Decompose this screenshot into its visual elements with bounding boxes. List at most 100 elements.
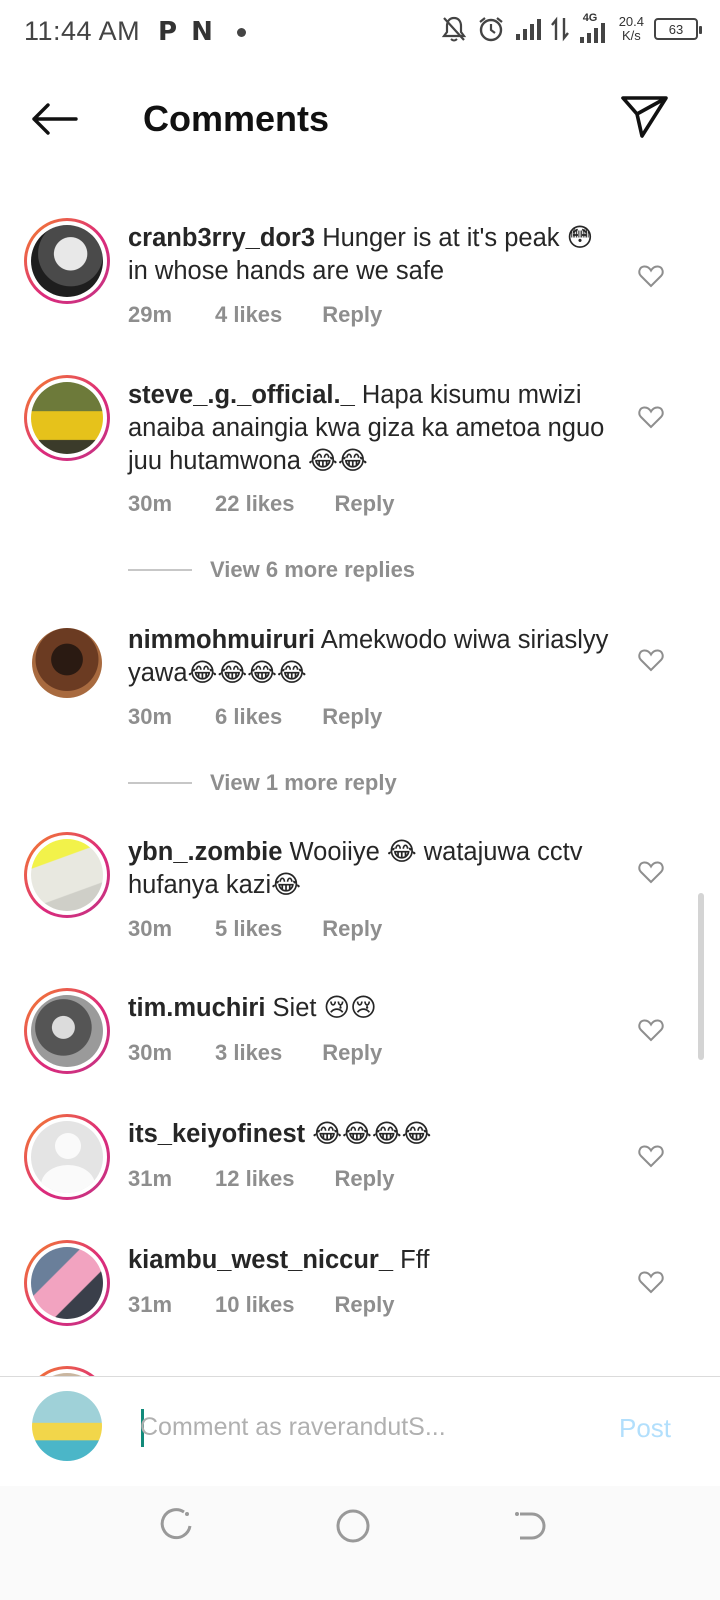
reply-button[interactable]: Reply	[322, 916, 382, 942]
back-button[interactable]	[30, 98, 80, 140]
signal-icon	[515, 19, 541, 40]
avatar	[31, 995, 103, 1067]
reply-button[interactable]: Reply	[322, 704, 382, 730]
paper-plane-icon	[621, 96, 668, 138]
comment-likes[interactable]: 4 likes	[215, 302, 282, 328]
view-more-replies-button[interactable]: View 6 more replies	[128, 557, 415, 583]
comment-time: 30m	[128, 1040, 173, 1065]
comment-time: 29m	[128, 302, 173, 327]
comment-username[interactable]: steve_.g._official._	[128, 381, 355, 409]
like-heart-icon[interactable]	[638, 1270, 664, 1294]
share-button[interactable]	[620, 94, 670, 144]
comment-likes[interactable]: 3 likes	[215, 1040, 282, 1066]
comment-meta: 29m 4 likes Reply	[128, 302, 382, 328]
header: Comments	[0, 80, 720, 160]
news-notification-icon: N	[191, 17, 213, 47]
comment-time: 30m	[128, 916, 173, 941]
view-replies-label: View 6 more replies	[210, 557, 416, 582]
avatar	[31, 1247, 103, 1319]
comment-text: ybn_.zombie Wooiiye 😂 watajuwa cctv hufa…	[128, 836, 618, 902]
avatar-story-ring[interactable]	[24, 988, 110, 1074]
replies-divider-line	[128, 569, 192, 571]
comment-text: tim.muchiri Siet 😢😢	[128, 992, 618, 1025]
data-transfer-icon	[550, 16, 569, 42]
default-avatar-icon	[31, 1121, 103, 1193]
recents-icon[interactable]	[154, 1504, 198, 1548]
status-time: 11:44 AM	[24, 16, 141, 46]
comment-meta: 30m 6 likes Reply	[128, 704, 382, 730]
comment-username[interactable]: its_keiyofinest	[128, 1120, 305, 1148]
comment-text: its_keiyofinest 😂😂😂😂	[128, 1118, 618, 1151]
home-icon[interactable]	[331, 1504, 375, 1548]
replies-divider-line	[128, 782, 192, 784]
like-heart-icon[interactable]	[638, 264, 664, 288]
comment-meta: 30m 3 likes Reply	[128, 1040, 382, 1066]
like-heart-icon[interactable]	[638, 648, 664, 672]
comment-content: 😂😂😂😂	[312, 1120, 432, 1148]
comment-likes[interactable]: 10 likes	[215, 1292, 295, 1318]
avatar	[32, 628, 102, 698]
status-bar: 11:44 AM P N 4G 20.4 K/s 63	[0, 0, 720, 64]
comment-text: nimmohmuiruri Amekwodo wiwa siriaslyy ya…	[128, 624, 618, 690]
mute-bell-icon	[441, 16, 466, 42]
avatar-story-ring[interactable]	[24, 1114, 110, 1200]
comment-content: Fff	[400, 1246, 430, 1274]
comment-meta: 31m 12 likes Reply	[128, 1166, 394, 1192]
network-speed: 20.4 K/s	[618, 14, 644, 43]
comment-username[interactable]: cranb3rry_dor3	[128, 224, 315, 252]
comment-likes[interactable]: 22 likes	[215, 491, 295, 517]
avatar-story-ring[interactable]	[24, 1240, 110, 1326]
comment-content: Siet 😢😢	[272, 994, 377, 1022]
comment-likes[interactable]: 6 likes	[215, 704, 282, 730]
like-heart-icon[interactable]	[638, 860, 664, 884]
reply-button[interactable]: Reply	[335, 1292, 395, 1318]
comment-meta: 30m 5 likes Reply	[128, 916, 382, 942]
comment-username[interactable]: ybn_.zombie	[128, 838, 282, 866]
comment-username[interactable]: kiambu_west_niccur_	[128, 1246, 393, 1274]
comment-composer: Post	[0, 1376, 720, 1486]
comment-time: 30m	[128, 704, 173, 729]
comment-text: cranb3rry_dor3 Hunger is at it's peak 😳 …	[128, 222, 618, 288]
notification-icons: P N	[158, 14, 246, 50]
comment-username[interactable]: tim.muchiri	[128, 994, 265, 1022]
like-heart-icon[interactable]	[638, 405, 664, 429]
reply-button[interactable]: Reply	[322, 1040, 382, 1066]
reply-button[interactable]: Reply	[322, 302, 382, 328]
avatar-story-ring[interactable]	[24, 832, 110, 918]
back-nav-icon[interactable]	[508, 1504, 552, 1548]
alarm-icon	[479, 17, 503, 42]
4g-signal: 4G	[579, 12, 609, 44]
avatar-story-ring[interactable]	[24, 375, 110, 461]
comment-text: steve_.g._official._ Hapa kisumu mwizi a…	[128, 379, 618, 478]
system-nav-bar	[0, 1486, 720, 1600]
comment-time: 31m	[128, 1292, 173, 1317]
reply-button[interactable]: Reply	[335, 1166, 395, 1192]
like-heart-icon[interactable]	[638, 1144, 664, 1168]
signal-4g-icon	[579, 23, 605, 43]
current-user-avatar	[32, 1391, 102, 1461]
avatar	[31, 839, 103, 911]
page-title: Comments	[143, 98, 330, 139]
comment-likes[interactable]: 5 likes	[215, 916, 282, 942]
avatar	[31, 225, 103, 297]
comment-input[interactable]	[140, 1405, 580, 1449]
reply-button[interactable]: Reply	[335, 491, 395, 517]
status-right-icons: 4G 20.4 K/s 63	[441, 12, 702, 44]
comment-username[interactable]: nimmohmuiruri	[128, 626, 315, 654]
comment-likes[interactable]: 12 likes	[215, 1166, 295, 1192]
comment-text: kiambu_west_niccur_ Fff	[128, 1244, 618, 1277]
comment-meta: 30m 22 likes Reply	[128, 491, 394, 517]
avatar-no-story[interactable]	[32, 628, 102, 698]
post-button[interactable]: Post	[619, 1413, 671, 1444]
comments-list[interactable]: cranb3rry_dor3 Hunger is at it's peak 😳 …	[0, 200, 720, 1380]
view-more-replies-button[interactable]: View 1 more reply	[128, 770, 397, 796]
pinterest-notification-icon: P	[158, 17, 178, 47]
avatar-story-ring[interactable]	[24, 218, 110, 304]
view-replies-label: View 1 more reply	[210, 770, 397, 795]
comment-time: 30m	[128, 491, 173, 516]
like-heart-icon[interactable]	[638, 1018, 664, 1042]
battery-icon: 63	[654, 18, 702, 40]
back-arrow-icon	[32, 103, 78, 135]
scrollbar[interactable]	[698, 893, 704, 1060]
comment-meta: 31m 10 likes Reply	[128, 1292, 394, 1318]
